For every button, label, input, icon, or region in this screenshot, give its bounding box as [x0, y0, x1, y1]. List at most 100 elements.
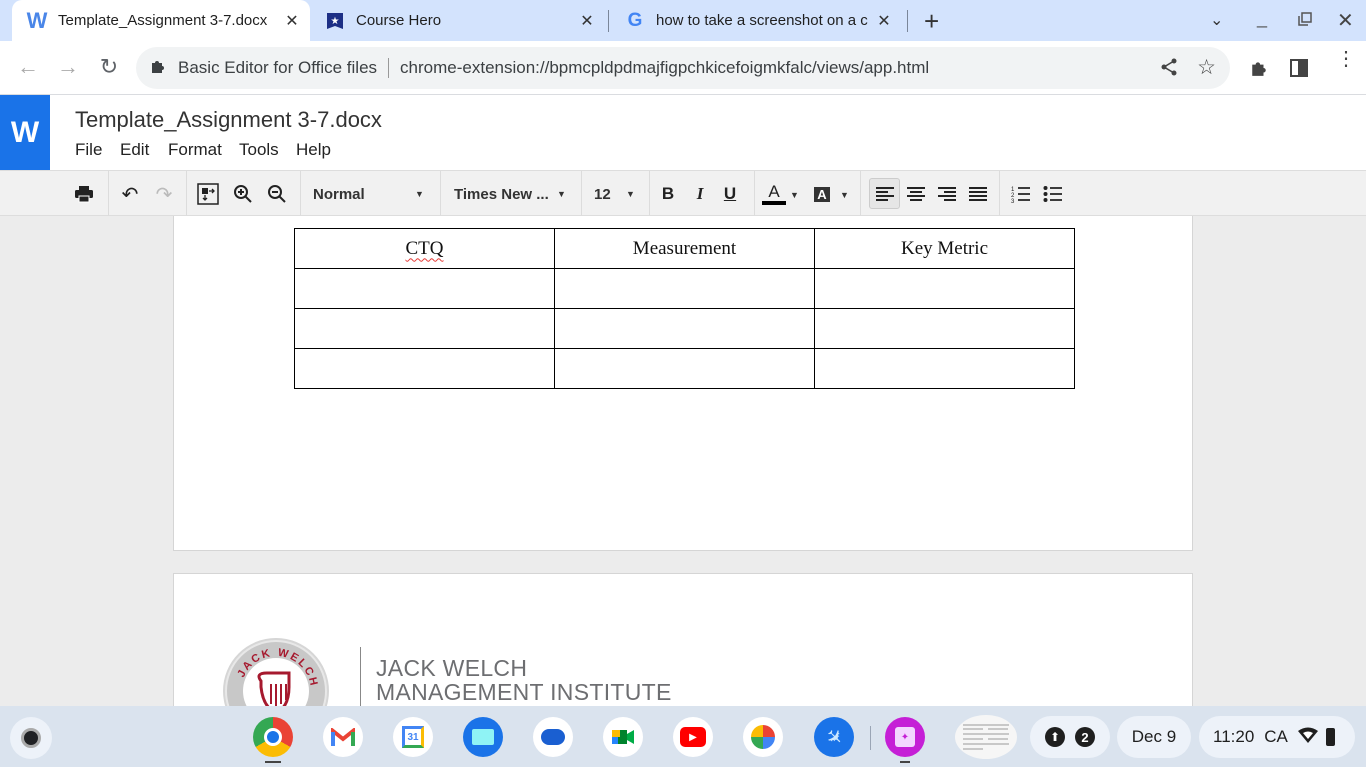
bookmark-star-icon[interactable]: ☆: [1197, 55, 1216, 80]
table-cell[interactable]: [814, 308, 1075, 349]
extension-puzzle-icon: [150, 58, 168, 79]
menu-format[interactable]: Format: [168, 140, 222, 160]
align-left-button[interactable]: [869, 178, 900, 209]
word-app-logo: W: [0, 95, 50, 170]
address-bar[interactable]: Basic Editor for Office files chrome-ext…: [136, 47, 1230, 89]
font-size-dropdown[interactable]: 12 ▼: [594, 180, 639, 208]
font-color-button[interactable]: A: [762, 180, 786, 208]
url-text[interactable]: chrome-extension://bpmcpldpdmajfigpchkic…: [400, 58, 929, 78]
undo-icon[interactable]: ↶: [118, 180, 142, 208]
app-header: W Template_Assignment 3-7.docx File Edit…: [0, 95, 1366, 170]
align-right-button[interactable]: [935, 180, 959, 208]
share-icon[interactable]: [1160, 57, 1178, 82]
align-left-icon: [875, 186, 894, 201]
fit-page-icon[interactable]: [195, 180, 221, 208]
tab-google-search[interactable]: G how to take a screenshot on a c ✕: [620, 0, 902, 41]
status-tray[interactable]: 11:20 CA: [1199, 716, 1355, 758]
extensions-icon[interactable]: [1250, 59, 1268, 82]
restore-window-icon[interactable]: [1298, 12, 1312, 26]
paragraph-style-dropdown[interactable]: Normal ▼: [313, 180, 428, 208]
close-tab-icon[interactable]: ✕: [282, 11, 302, 31]
date-tray[interactable]: Dec 9: [1117, 716, 1191, 758]
document-page-2[interactable]: JACK WELCH JACK WELCH MANAGEMENT INSTITU…: [173, 573, 1193, 706]
calendar-app-icon[interactable]: 31: [393, 717, 433, 757]
numbered-list-button[interactable]: 123: [1009, 180, 1033, 208]
chrome-app-icon[interactable]: [253, 717, 293, 757]
minimize-icon[interactable]: _: [1257, 8, 1267, 29]
ctq-table[interactable]: CTQ Measurement Key Metric: [294, 228, 1075, 389]
table-cell[interactable]: [554, 348, 815, 389]
document-canvas[interactable]: CTQ Measurement Key Metric JACK WELCH JA…: [0, 216, 1366, 706]
header-cell-key-metric[interactable]: Key Metric: [814, 228, 1075, 269]
gallery-app-icon[interactable]: ✦: [885, 717, 925, 757]
forward-button[interactable]: →: [54, 53, 82, 81]
underline-button[interactable]: U: [720, 180, 740, 208]
table-cell[interactable]: [814, 348, 1075, 389]
tab-separator: [907, 10, 908, 32]
table-cell[interactable]: [554, 308, 815, 349]
tab-separator: [608, 10, 609, 32]
bold-button[interactable]: B: [658, 180, 678, 208]
zoom-out-icon[interactable]: [265, 180, 289, 208]
side-panel-icon[interactable]: [1290, 59, 1308, 77]
zoom-in-icon[interactable]: [231, 180, 255, 208]
tab-course-hero[interactable]: ★ Course Hero ✕: [320, 0, 605, 41]
justify-button[interactable]: [966, 180, 990, 208]
bulleted-list-icon: [1043, 186, 1062, 202]
files-app-icon[interactable]: [463, 717, 503, 757]
reload-button[interactable]: ↻: [95, 53, 123, 81]
redo-icon[interactable]: ↷: [152, 180, 176, 208]
notification-tray[interactable]: ⬆ 2: [1030, 716, 1110, 758]
word-w-icon: W: [26, 7, 48, 33]
bulleted-list-button[interactable]: [1041, 180, 1065, 208]
photos-app-icon[interactable]: [743, 717, 783, 757]
screenshot-thumbnail[interactable]: [955, 715, 1017, 759]
caret-down-icon[interactable]: ▼: [790, 190, 799, 200]
close-window-icon[interactable]: ✕: [1337, 8, 1354, 33]
gmail-app-icon[interactable]: [323, 717, 363, 757]
document-title[interactable]: Template_Assignment 3-7.docx: [75, 107, 382, 133]
browser-tab-strip: W Template_Assignment 3-7.docx ✕ ★ Cours…: [0, 0, 1366, 41]
align-center-button[interactable]: [904, 180, 928, 208]
italic-button[interactable]: I: [690, 180, 710, 208]
new-tab-button[interactable]: +: [924, 6, 939, 37]
menu-file[interactable]: File: [75, 140, 102, 160]
menu-help[interactable]: Help: [296, 140, 331, 160]
back-button[interactable]: ←: [14, 53, 42, 81]
youtube-app-icon[interactable]: ▶: [673, 717, 713, 757]
messages-app-icon[interactable]: [533, 717, 573, 757]
caret-down-icon[interactable]: ▼: [840, 190, 849, 200]
ctq-header-text: CTQ: [405, 237, 444, 259]
table-row: [294, 308, 1075, 349]
launcher-button[interactable]: [10, 717, 52, 759]
menu-tools[interactable]: Tools: [239, 140, 279, 160]
close-tab-icon[interactable]: ✕: [874, 11, 894, 31]
caret-down-icon: ▼: [557, 189, 566, 199]
highlight-color-button[interactable]: A: [812, 180, 832, 208]
tab-template-assignment[interactable]: W Template_Assignment 3-7.docx ✕: [12, 0, 310, 41]
font-value: Times New ...: [454, 185, 549, 203]
header-cell-measurement[interactable]: Measurement: [554, 228, 815, 269]
explore-app-icon[interactable]: ✈: [814, 717, 854, 757]
table-cell[interactable]: [814, 268, 1075, 309]
print-icon[interactable]: [72, 180, 96, 208]
header-cell-ctq[interactable]: CTQ: [294, 228, 555, 269]
course-hero-icon: ★: [324, 10, 346, 32]
table-cell[interactable]: [294, 268, 555, 309]
format-toolbar: ↶ ↷ Normal ▼ Times New ... ▼ 12 ▼ B I U …: [0, 170, 1366, 216]
meet-app-icon[interactable]: [603, 717, 643, 757]
close-tab-icon[interactable]: ✕: [577, 11, 597, 31]
table-cell[interactable]: [294, 308, 555, 349]
table-cell[interactable]: [554, 268, 815, 309]
tab-search-chevron-icon[interactable]: ⌄: [1210, 10, 1223, 30]
menu-edit[interactable]: Edit: [120, 140, 149, 160]
document-page-1[interactable]: CTQ Measurement Key Metric: [173, 216, 1193, 551]
institute-name: JACK WELCH MANAGEMENT INSTITUTE: [376, 656, 672, 704]
svg-text:★: ★: [331, 16, 340, 27]
font-family-dropdown[interactable]: Times New ... ▼: [454, 180, 569, 208]
table-cell[interactable]: [294, 348, 555, 389]
battery-icon: [1325, 728, 1335, 746]
more-menu-icon[interactable]: ⋮: [1336, 49, 1356, 69]
tab-title: how to take a screenshot on a c: [656, 12, 868, 29]
clipped-text-line: [314, 216, 774, 219]
